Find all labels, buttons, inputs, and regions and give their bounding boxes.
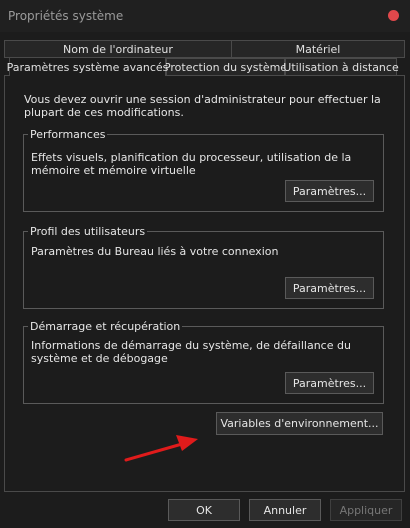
startup-recovery-settings-button[interactable]: Paramètres... (285, 372, 374, 394)
performance-legend: Performances (28, 128, 108, 141)
tab-system-protection[interactable]: Protection du système (164, 58, 287, 76)
user-profiles-description: Paramètres du Bureau liés à votre connex… (31, 245, 279, 258)
window-title: Propriétés système (8, 9, 124, 23)
user-profiles-legend: Profil des utilisateurs (28, 225, 148, 238)
startup-recovery-description: Informations de démarrage du système, de… (31, 339, 351, 365)
startup-recovery-legend: Démarrage et récupération (28, 320, 183, 333)
user-profiles-settings-button[interactable]: Paramètres... (285, 277, 374, 299)
tab-remote[interactable]: Utilisation à distance (283, 58, 399, 76)
arrow-annotation-icon (124, 435, 198, 462)
tab-advanced-system-settings[interactable]: Paramètres système avancés (7, 57, 168, 76)
close-icon[interactable] (388, 10, 399, 21)
tab-hardware[interactable]: Matériel (231, 40, 405, 58)
tab-computer-name[interactable]: Nom de l'ordinateur (4, 40, 232, 58)
apply-button[interactable]: Appliquer (330, 499, 402, 521)
cancel-button[interactable]: Annuler (249, 499, 321, 521)
performance-description: Effets visuels, planification du process… (31, 151, 352, 177)
admin-notice: Vous devez ouvrir une session d'administ… (24, 93, 381, 119)
performance-settings-button[interactable]: Paramètres... (285, 180, 374, 202)
environment-variables-button[interactable]: Variables d'environnement... (216, 412, 383, 435)
ok-button[interactable]: OK (168, 499, 240, 521)
